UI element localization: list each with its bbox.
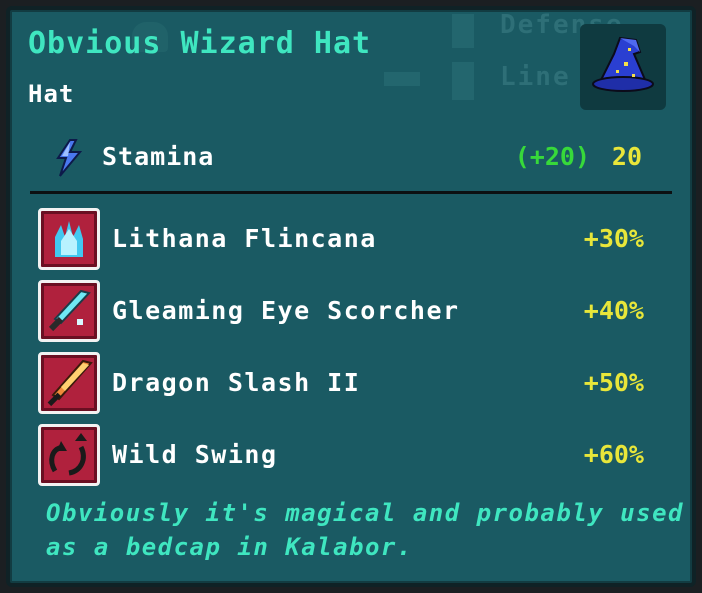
background-line-label: Line bbox=[500, 62, 571, 92]
wizard-hat-icon bbox=[592, 36, 654, 92]
stamina-bolt-icon bbox=[56, 139, 83, 177]
skill-name: Gleaming Eye Scorcher bbox=[112, 296, 460, 325]
skill-bonus: +40% bbox=[583, 296, 644, 325]
background-shield-icon bbox=[452, 14, 474, 48]
background-arrow-icon bbox=[452, 62, 474, 100]
item-icon-slot bbox=[580, 24, 666, 110]
background-bar-icon bbox=[384, 72, 420, 86]
divider bbox=[30, 191, 672, 194]
item-name: Obvious Wizard Hat bbox=[28, 26, 372, 61]
skill-row: Lithana Flincana +30% bbox=[38, 208, 668, 270]
skill-bonus: +30% bbox=[583, 224, 644, 253]
swinging-arrows-icon bbox=[38, 424, 100, 486]
item-type: Hat bbox=[28, 80, 75, 108]
flame-sword-icon bbox=[38, 352, 100, 414]
skill-name: Wild Swing bbox=[112, 440, 278, 469]
stat-label: Stamina bbox=[102, 142, 215, 171]
blue-flame-hand-icon bbox=[38, 208, 100, 270]
stat-value: 20 bbox=[611, 142, 642, 171]
stat-bonus: (+20) bbox=[514, 142, 590, 171]
item-description: Obviously it's magical and probably used… bbox=[46, 499, 684, 561]
skill-row: Wild Swing +60% bbox=[38, 424, 668, 486]
glowing-sword-icon bbox=[38, 280, 100, 342]
skill-bonus: +50% bbox=[583, 368, 644, 397]
skill-row: Dragon Slash II +50% bbox=[38, 352, 668, 414]
stat-row-stamina: Stamina (+20) 20 bbox=[40, 134, 660, 182]
skill-bonus: +60% bbox=[583, 440, 644, 469]
skill-row: Gleaming Eye Scorcher +40% bbox=[38, 280, 668, 342]
skill-name: Lithana Flincana bbox=[112, 224, 377, 253]
skill-name: Dragon Slash II bbox=[112, 368, 361, 397]
